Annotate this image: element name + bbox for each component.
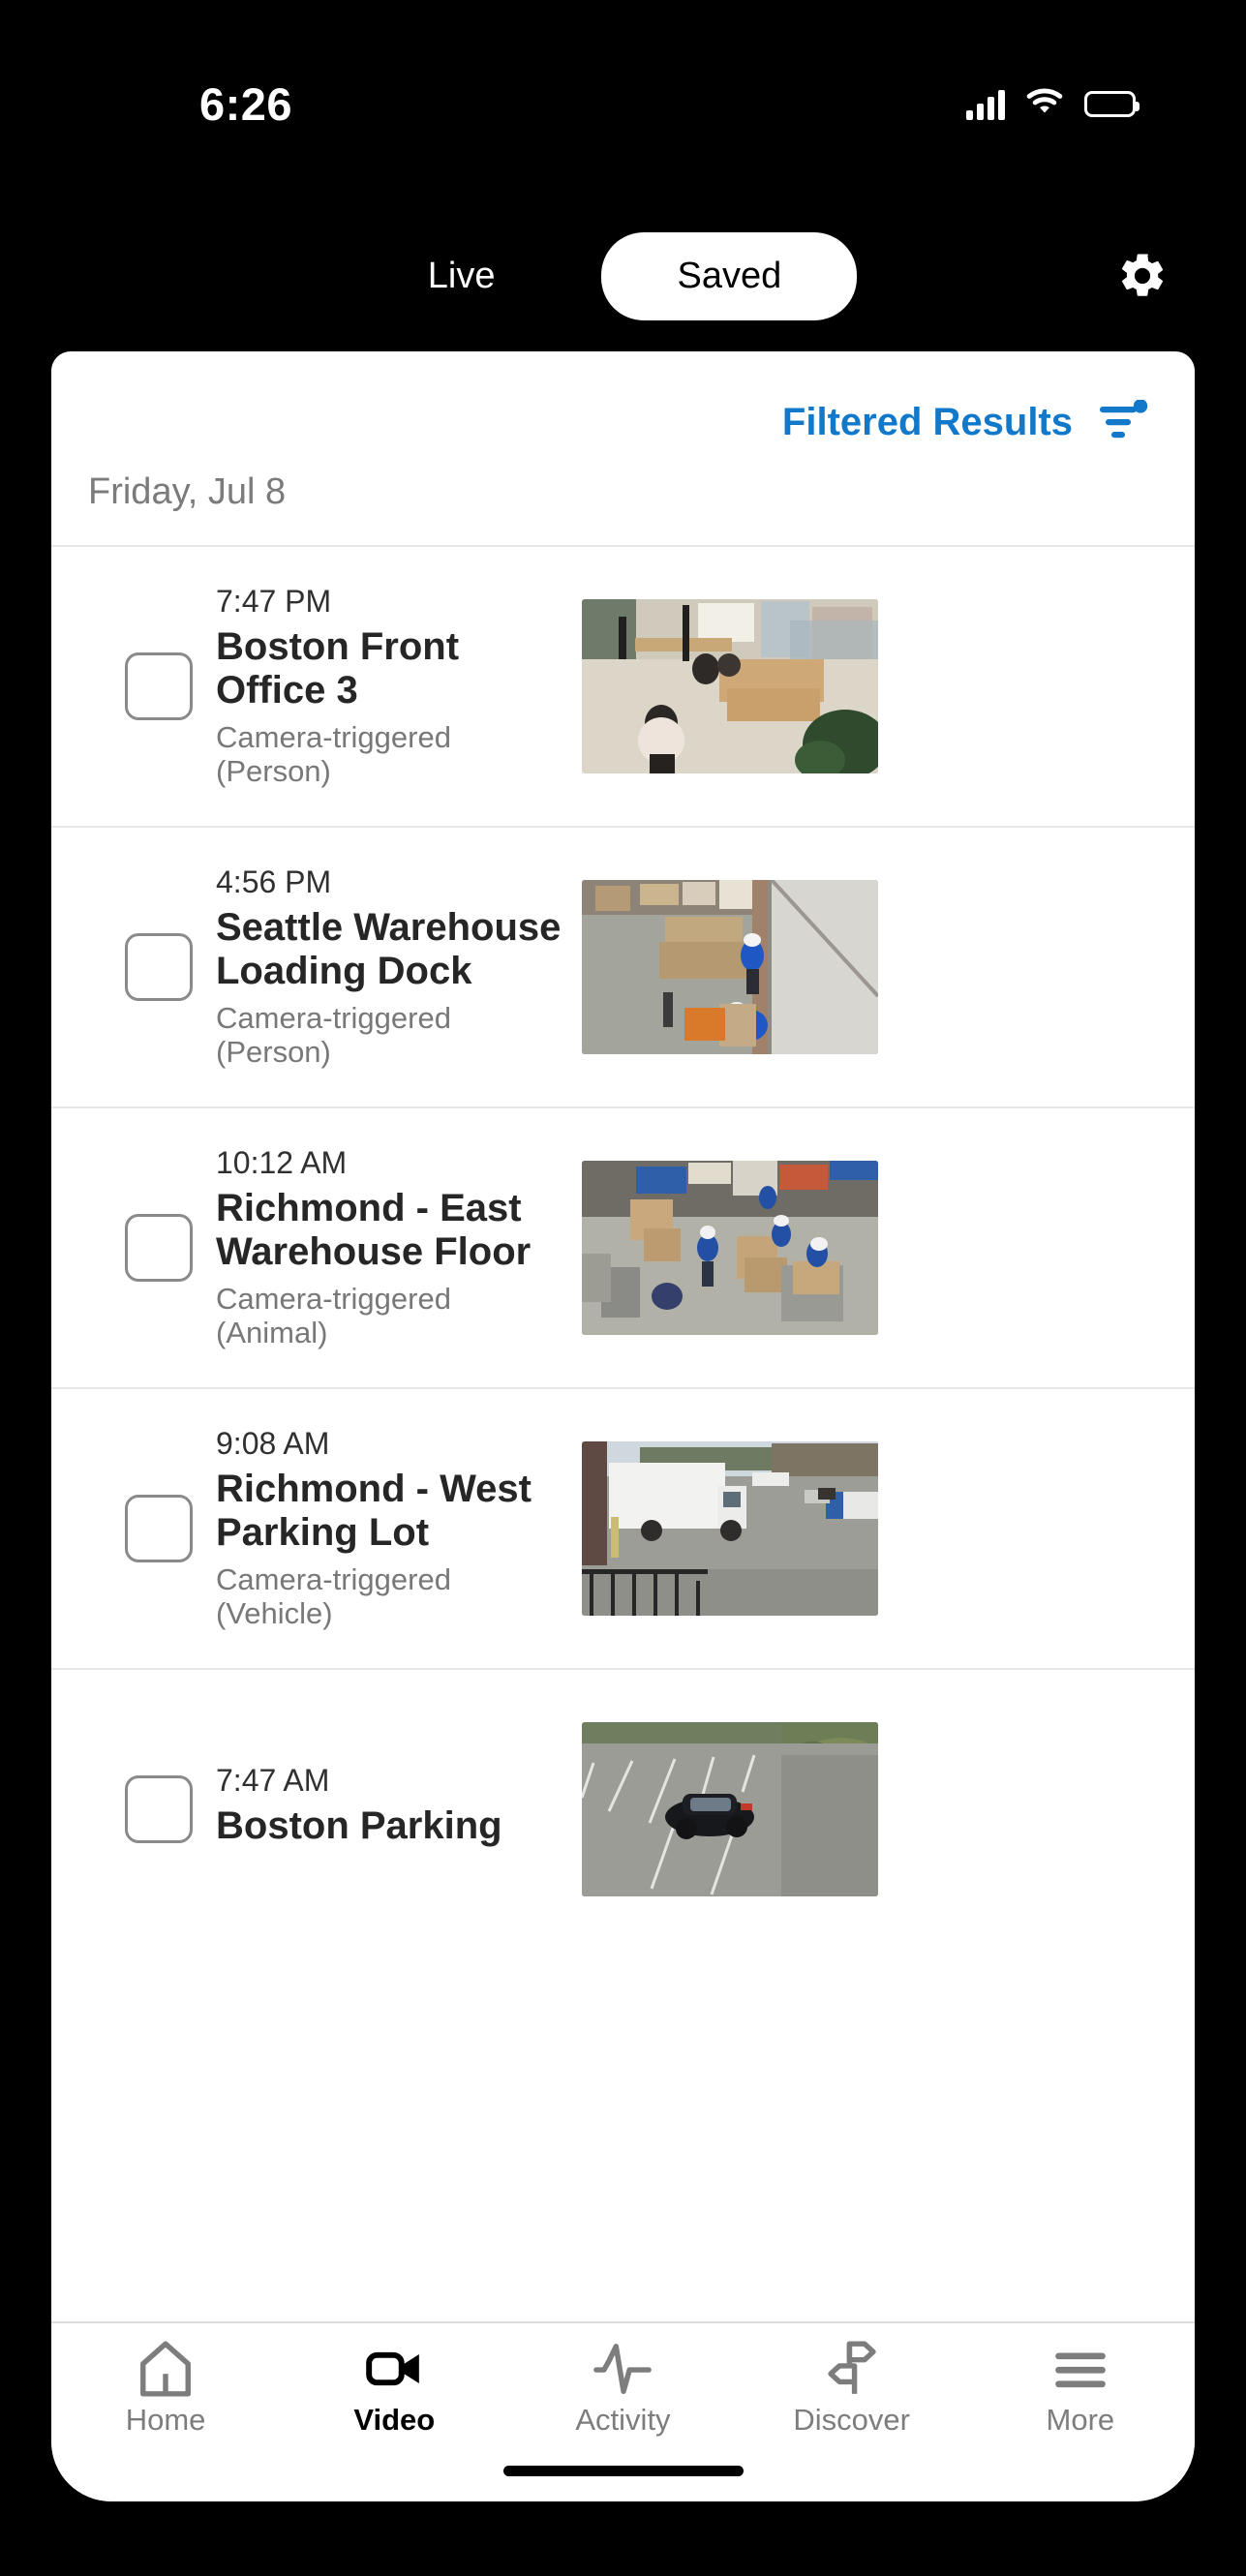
wifi-icon bbox=[1026, 87, 1063, 121]
event-details: 7:47 AM Boston Parking bbox=[216, 1763, 582, 1856]
filtered-results-header: Filtered Results bbox=[51, 351, 1195, 462]
home-icon bbox=[136, 2339, 196, 2397]
app-content-card: Filtered Results Friday, Jul 8 7:47 PM B… bbox=[51, 351, 1195, 2501]
event-title: Richmond - East Warehouse Floor bbox=[216, 1187, 532, 1274]
list-item[interactable]: 10:12 AM Richmond - East Warehouse Floor… bbox=[51, 1106, 1195, 1387]
event-subtitle: Camera-triggered (Person) bbox=[216, 1000, 451, 1070]
list-item[interactable]: 7:47 PM Boston Front Office 3 Camera-tri… bbox=[51, 545, 1195, 826]
tab-saved[interactable]: Saved bbox=[601, 231, 858, 320]
event-time: 7:47 AM bbox=[216, 1763, 330, 1799]
list-item[interactable]: 9:08 AM Richmond - West Parking Lot Came… bbox=[51, 1387, 1195, 1668]
filter-icon[interactable] bbox=[1098, 399, 1148, 444]
list-item[interactable]: 4:56 PM Seattle Warehouse Loading Dock C… bbox=[51, 826, 1195, 1106]
event-details: 4:56 PM Seattle Warehouse Loading Dock C… bbox=[216, 864, 582, 1069]
event-time: 9:08 AM bbox=[216, 1426, 330, 1462]
cellular-signal-icon bbox=[966, 89, 1005, 120]
event-title: Boston Front Office 3 bbox=[216, 625, 460, 712]
hamburger-menu-icon bbox=[1050, 2339, 1110, 2393]
event-details: 10:12 AM Richmond - East Warehouse Floor… bbox=[216, 1145, 582, 1349]
status-bar-icons bbox=[966, 87, 1140, 121]
event-checkbox[interactable] bbox=[125, 1775, 193, 1843]
video-camera-icon bbox=[364, 2339, 424, 2393]
status-bar-time: 6:26 bbox=[199, 78, 293, 130]
event-subtitle: Camera-triggered (Animal) bbox=[216, 1281, 451, 1350]
tab-live[interactable]: Live bbox=[389, 246, 534, 307]
tab-discover[interactable]: Discover bbox=[755, 2339, 949, 2438]
top-navigation: Live Saved bbox=[0, 198, 1246, 353]
event-time: 7:47 PM bbox=[216, 584, 332, 620]
discover-icon bbox=[822, 2339, 882, 2394]
event-subtitle: Camera-triggered (Person) bbox=[216, 719, 451, 789]
filtered-results-label[interactable]: Filtered Results bbox=[782, 401, 1073, 444]
activity-pulse-icon bbox=[593, 2339, 653, 2394]
office-interior-thumbnail[interactable] bbox=[582, 599, 878, 773]
event-time: 4:56 PM bbox=[216, 864, 332, 900]
event-time: 10:12 AM bbox=[216, 1145, 348, 1181]
tab-label: More bbox=[1046, 2403, 1115, 2437]
parking-lot-truck-thumbnail[interactable] bbox=[582, 1441, 878, 1616]
event-title: Boston Parking bbox=[216, 1804, 502, 1848]
status-bar: 6:26 bbox=[0, 0, 1246, 198]
date-heading: Friday, Jul 8 bbox=[88, 471, 287, 512]
phone-screen: 6:26 Live Saved Filtered Results Friday,… bbox=[0, 0, 1246, 2576]
tab-label: Discover bbox=[793, 2403, 910, 2437]
event-title: Seattle Warehouse Loading Dock bbox=[216, 906, 562, 993]
battery-full-icon bbox=[1084, 91, 1140, 117]
event-checkbox[interactable] bbox=[125, 652, 193, 720]
warehouse-floor-thumbnail[interactable] bbox=[582, 1161, 878, 1335]
event-subtitle: Camera-triggered (Vehicle) bbox=[216, 1561, 451, 1631]
home-indicator bbox=[502, 2466, 744, 2476]
event-details: 9:08 AM Richmond - West Parking Lot Came… bbox=[216, 1426, 582, 1630]
tab-video[interactable]: Video bbox=[297, 2339, 491, 2438]
warehouse-loading-dock-thumbnail[interactable] bbox=[582, 880, 878, 1054]
event-list[interactable]: 7:47 PM Boston Front Office 3 Camera-tri… bbox=[51, 545, 1195, 2501]
event-checkbox[interactable] bbox=[125, 1214, 193, 1282]
list-item[interactable]: 7:47 AM Boston Parking bbox=[51, 1668, 1195, 1949]
event-details: 7:47 PM Boston Front Office 3 Camera-tri… bbox=[216, 584, 582, 788]
event-title: Richmond - West Parking Lot bbox=[216, 1468, 532, 1555]
gear-icon[interactable] bbox=[1116, 250, 1169, 302]
event-checkbox[interactable] bbox=[125, 933, 193, 1001]
tab-label: Activity bbox=[575, 2403, 671, 2437]
event-checkbox[interactable] bbox=[125, 1495, 193, 1562]
tab-home[interactable]: Home bbox=[69, 2339, 262, 2438]
tab-activity[interactable]: Activity bbox=[526, 2339, 719, 2438]
tab-label: Home bbox=[125, 2403, 206, 2437]
parking-lot-car-thumbnail[interactable] bbox=[582, 1722, 878, 1896]
tab-label: Video bbox=[353, 2403, 436, 2437]
tab-more[interactable]: More bbox=[984, 2339, 1177, 2438]
